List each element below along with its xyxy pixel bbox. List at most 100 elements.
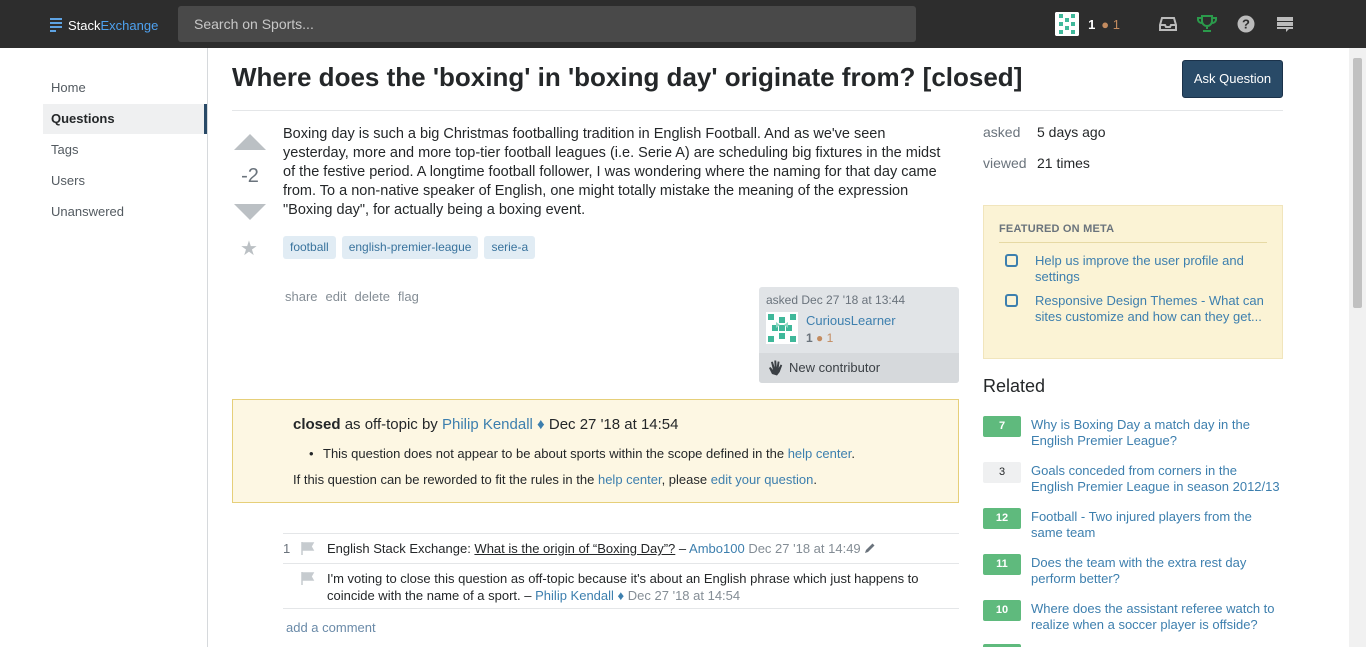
comment-user[interactable]: Ambo100	[689, 541, 745, 556]
related-score: 12	[983, 508, 1021, 529]
comment-date[interactable]: Dec 27 '18 at 14:49	[745, 541, 860, 556]
nav-tags[interactable]: Tags	[43, 135, 207, 165]
upvote-button[interactable]	[234, 134, 266, 150]
edited-pencil-icon	[864, 542, 876, 554]
help-icon[interactable]: ?	[1235, 13, 1257, 35]
bronze-badge-count: ● 1	[1101, 16, 1120, 32]
title-divider	[232, 110, 1283, 111]
owner-card: asked Dec 27 '18 at 13:44 CuriousLearner…	[759, 287, 959, 383]
closed-label: closed	[293, 416, 341, 433]
closed-notice: closed as off-topic by Philip Kendall ♦ …	[232, 399, 959, 503]
comment-bubble-icon	[1005, 254, 1018, 267]
comment-bubble-icon	[1005, 294, 1018, 307]
edit-your-question-link[interactable]: edit your question	[711, 472, 814, 487]
tag-serie-a[interactable]: serie-a	[484, 236, 536, 259]
post-menu: share edit delete flag	[285, 289, 427, 304]
related-heading: Related	[983, 376, 1046, 396]
help-center-link-2[interactable]: help center	[598, 472, 662, 487]
logo-text-stack: Stack	[68, 17, 101, 33]
question-tags: football english-premier-league serie-a	[283, 236, 541, 259]
top-bar: StackExchange Search on Sports... 1 ● 1 …	[0, 0, 1366, 48]
inbox-icon[interactable]	[1157, 13, 1179, 35]
asked-value: 5 days ago	[1037, 124, 1106, 140]
share-link[interactable]: share	[285, 289, 318, 304]
achievements-icon[interactable]	[1196, 13, 1218, 35]
related-title-link[interactable]: Football - Two injured players from the …	[1031, 509, 1283, 541]
user-avatar[interactable]	[1055, 12, 1080, 36]
question-title[interactable]: Where does the 'boxing' in 'boxing day' …	[232, 62, 1022, 93]
related-title-link[interactable]: Does the team with the extra rest day pe…	[1031, 555, 1283, 587]
add-comment-link[interactable]: add a comment	[286, 620, 376, 635]
comment-user[interactable]: Philip Kendall ♦	[535, 588, 624, 603]
comment-date[interactable]: Dec 27 '18 at 14:54	[624, 588, 740, 603]
asked-label: asked	[983, 124, 1021, 140]
related-question[interactable]: 11 Does the team with the extra rest day …	[983, 554, 1283, 594]
new-contributor-banner[interactable]: New contributor	[759, 353, 959, 383]
closed-footer-text-2: , please	[661, 472, 711, 487]
favorite-star-icon[interactable]: ★	[240, 236, 258, 261]
related-question[interactable]: 3 Goals conceded from corners in the Engl…	[983, 462, 1283, 502]
nav-home[interactable]: Home	[43, 73, 207, 103]
featured-on-meta: FEATURED ON META Help us improve the use…	[983, 205, 1283, 359]
reputation-count[interactable]: 1	[1088, 17, 1095, 32]
flag-icon[interactable]	[301, 542, 315, 555]
scrollbar-thumb[interactable]	[1353, 58, 1362, 308]
closed-reason-text: This question does not appear to be abou…	[323, 446, 788, 461]
new-contributor-label: New contributor	[789, 360, 881, 375]
question-body: Boxing day is such a big Christmas footb…	[283, 126, 941, 218]
flag-link[interactable]: flag	[398, 289, 419, 304]
related-title-link[interactable]: Where does the assistant referee watch t…	[1031, 601, 1283, 633]
related-question[interactable]: 7 Why is Boxing Day a match day in the En…	[983, 416, 1283, 456]
closed-as-text: as off-topic by	[340, 416, 442, 433]
viewed-label: viewed	[983, 155, 1027, 171]
tag-football[interactable]: football	[283, 236, 336, 259]
svg-text:?: ?	[1242, 17, 1250, 32]
comment-score: 1	[283, 541, 291, 556]
tag-english-premier-league[interactable]: english-premier-league	[341, 236, 479, 259]
nav-questions[interactable]: Questions	[43, 104, 207, 134]
ask-question-button[interactable]: Ask Question	[1182, 60, 1283, 98]
owner-username[interactable]: CuriousLearner	[806, 313, 896, 328]
closed-date: Dec 27 '18 at 14:54	[544, 416, 679, 433]
owner-reputation: 1 ● 1	[806, 331, 833, 345]
flag-icon[interactable]	[301, 572, 315, 585]
comment-separator: –	[520, 588, 536, 603]
related-title-link[interactable]: Goals conceded from corners in the Engli…	[1031, 463, 1283, 495]
comment-link[interactable]: What is the origin of “Boxing Day”?	[474, 541, 675, 556]
closed-heading: closed as off-topic by Philip Kendall ♦ …	[293, 416, 679, 433]
delete-link[interactable]: delete	[355, 289, 390, 304]
downvote-button[interactable]	[234, 204, 266, 220]
featured-divider	[999, 242, 1267, 243]
nav-unanswered[interactable]: Unanswered	[43, 197, 207, 227]
owner-bronze-badges: ● 1	[816, 331, 834, 345]
related-question[interactable]: 10 Where does the assistant referee watch…	[983, 600, 1283, 640]
closed-footer: If this question can be reworded to fit …	[293, 472, 817, 487]
comment-text: English Stack Exchange: What is the orig…	[327, 540, 947, 557]
search-input[interactable]: Search on Sports...	[178, 6, 916, 42]
asked-stat: asked 5 days ago	[983, 124, 1106, 140]
left-navigation: Home Questions Tags Users Unanswered	[0, 48, 208, 647]
related-question[interactable]: 12 Football - Two injured players from th…	[983, 508, 1283, 548]
featured-item[interactable]: Responsive Design Themes - What can site…	[999, 293, 1267, 325]
help-center-link[interactable]: help center	[788, 446, 852, 461]
viewed-value: 21 times	[1037, 155, 1090, 171]
comment: I'm voting to close this question as off…	[283, 563, 959, 609]
closing-moderator-link[interactable]: Philip Kendall ♦	[442, 416, 545, 433]
page-scrollbar[interactable]	[1349, 48, 1366, 647]
comment: 1 English Stack Exchange: What is the or…	[283, 533, 959, 563]
asked-timestamp[interactable]: asked Dec 27 '18 at 13:44	[766, 293, 905, 307]
stackexchange-logo[interactable]: StackExchange	[50, 16, 158, 34]
site-switcher-icon[interactable]	[1274, 13, 1296, 35]
edit-link[interactable]: edit	[326, 289, 347, 304]
related-score: 3	[983, 462, 1021, 483]
related-score: 7	[983, 416, 1021, 437]
owner-avatar[interactable]	[766, 312, 798, 344]
related-title-link[interactable]: Why is Boxing Day a match day in the Eng…	[1031, 417, 1283, 449]
top-right-controls: 1 ● 1 ?	[1055, 12, 1296, 36]
viewed-stat: viewed 21 times	[983, 155, 1090, 171]
comment-prefix: English Stack Exchange:	[327, 541, 475, 556]
nav-users[interactable]: Users	[43, 166, 207, 196]
closed-footer-text: If this question can be reworded to fit …	[293, 472, 598, 487]
featured-item[interactable]: Help us improve the user profile and set…	[999, 253, 1267, 285]
owner-rep-value: 1	[806, 331, 813, 345]
